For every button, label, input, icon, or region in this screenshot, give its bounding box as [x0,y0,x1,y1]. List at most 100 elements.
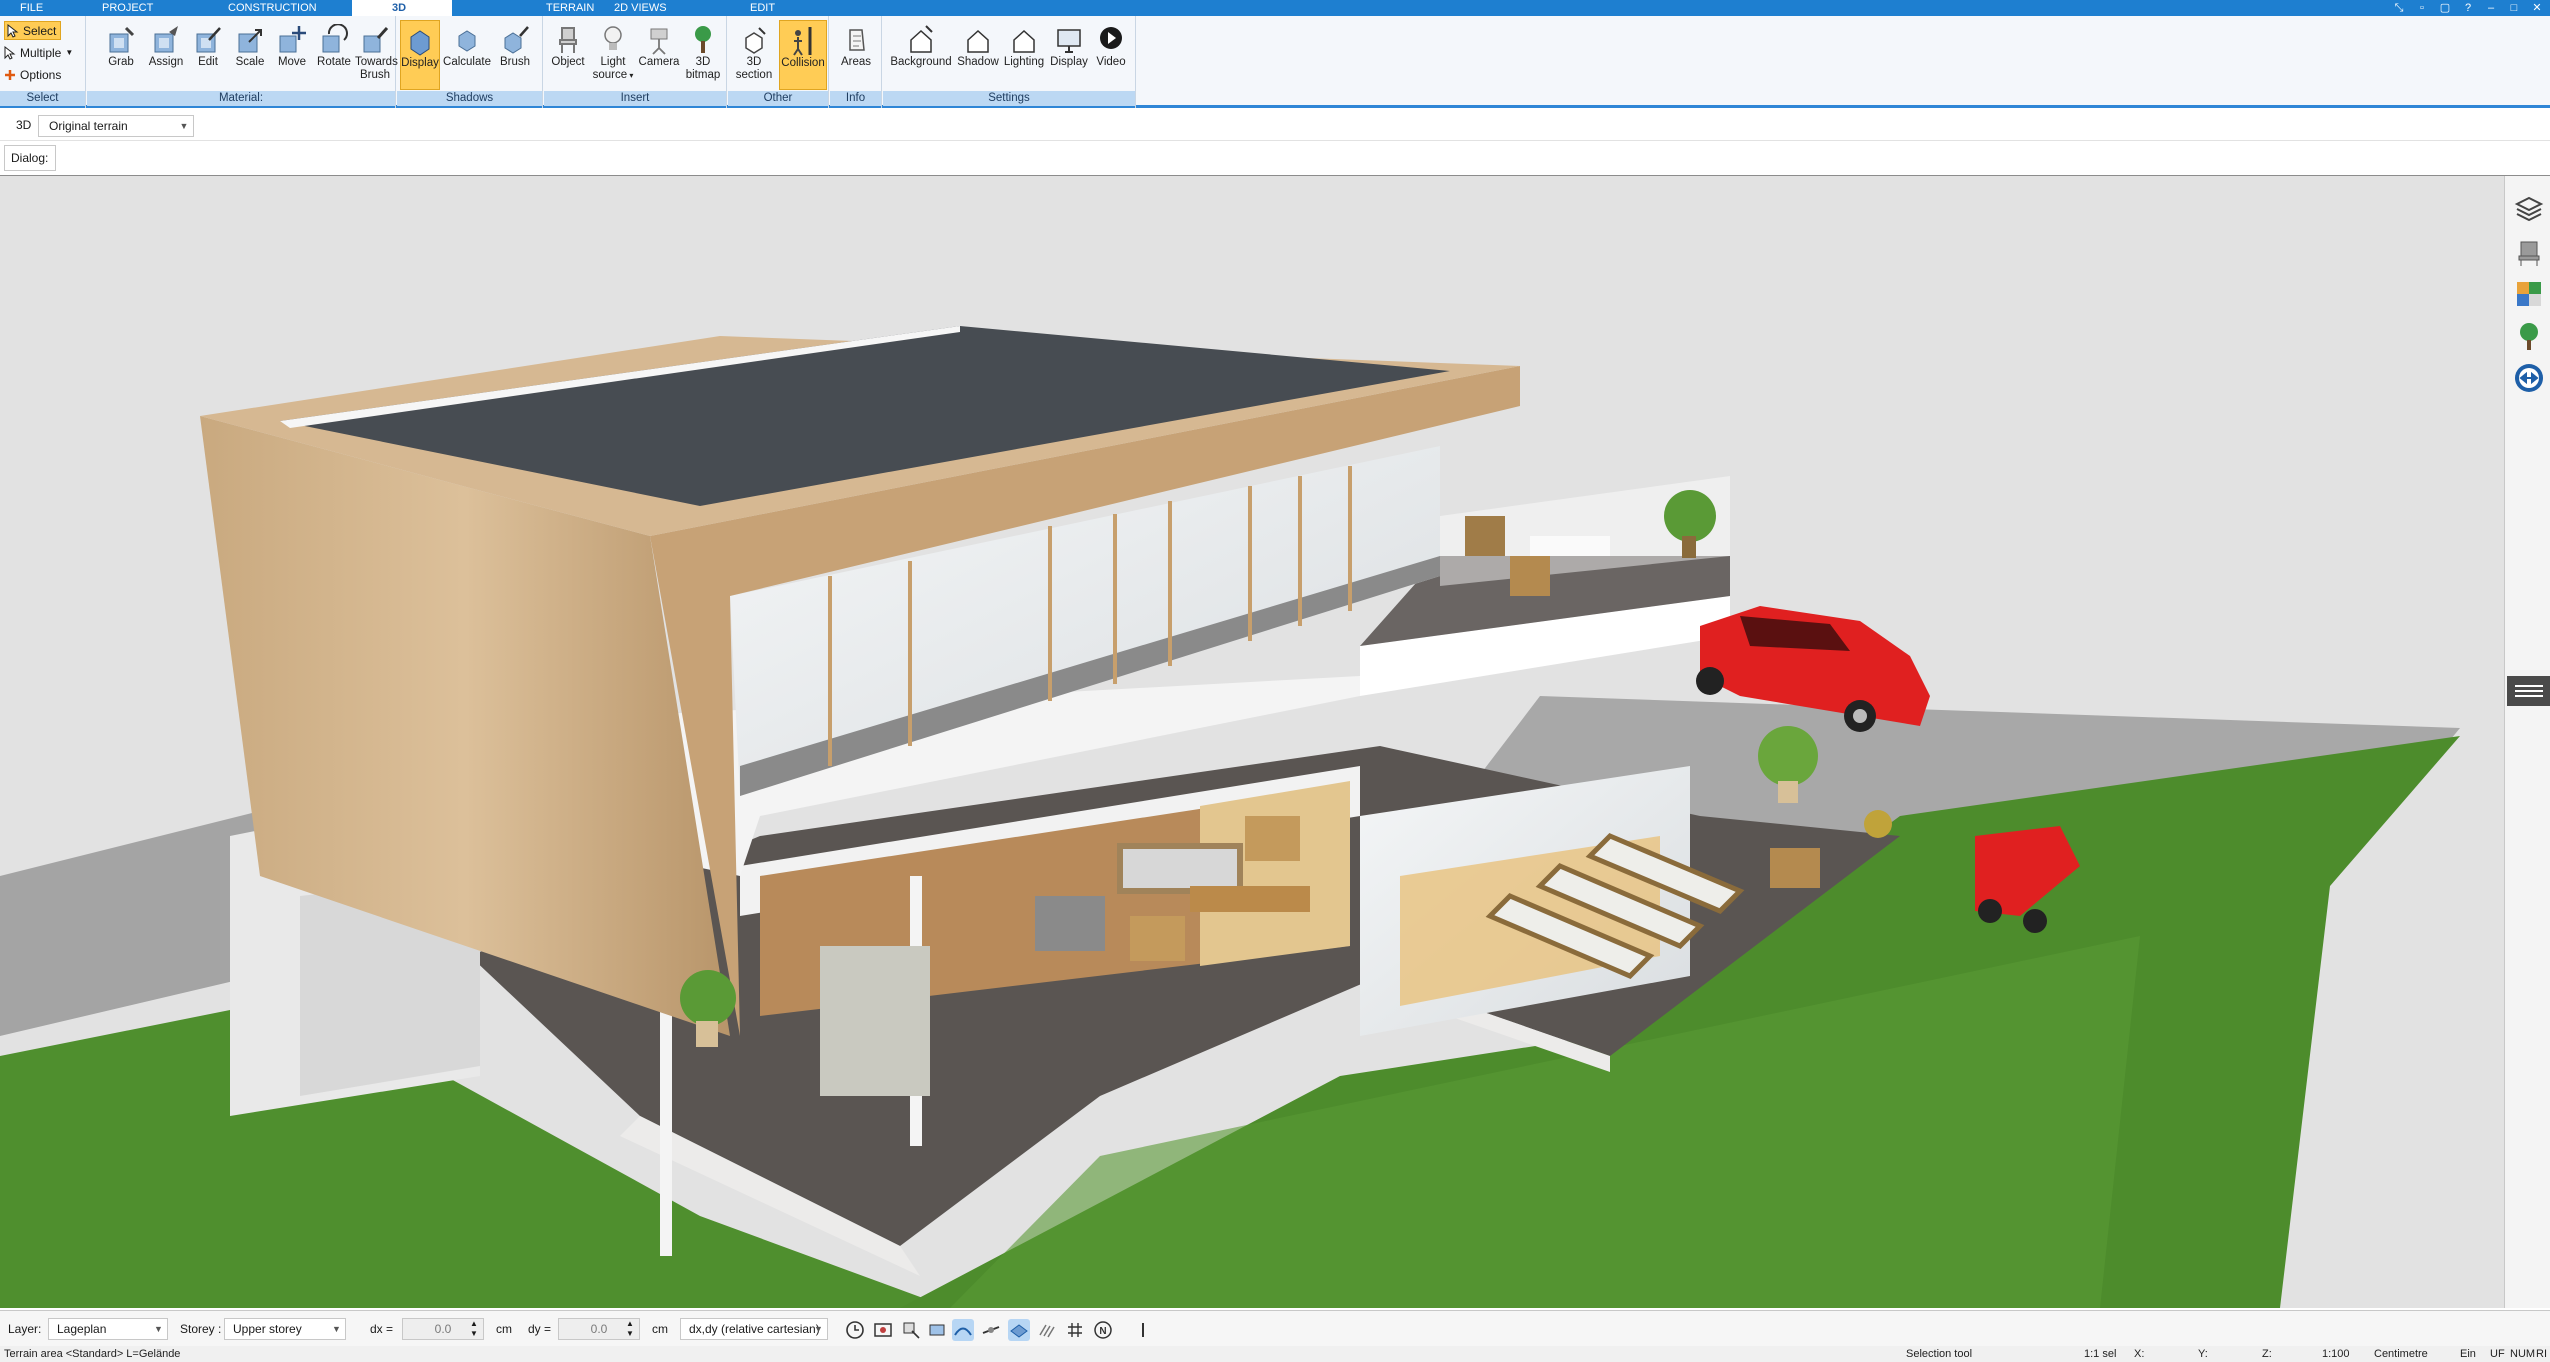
info-group: Areas Info [830,16,882,108]
arrow-cursor-icon [7,23,19,38]
shadows-group-label: Shadows [397,91,542,106]
status-y: Y: [2198,1348,2208,1360]
rotate-button[interactable]: Rotate [313,20,355,90]
3d-viewport[interactable] [0,176,2504,1308]
snap-surface-icon[interactable] [1008,1319,1030,1341]
multi-cursor-icon [4,46,16,60]
calculate-shadows-button[interactable]: Calculate [441,20,493,90]
snap-line-icon[interactable] [980,1319,1002,1341]
maximize-small-icon[interactable]: ▢ [2438,0,2452,16]
lighting-house-icon [1013,29,1035,53]
coordinate-mode-select[interactable]: dx,dy (relative cartesian) ▼ [680,1318,828,1340]
tab-file[interactable]: FILE [0,0,60,16]
screen-capture-icon[interactable] [872,1319,894,1341]
minimize-small-icon[interactable]: ▫ [2415,0,2429,16]
multiple-select-button[interactable]: Multiple ▼ [4,43,73,63]
options-button[interactable]: Options [4,65,61,85]
chevron-down-icon: ▼ [814,1324,823,1334]
insert-camera-button[interactable]: Camera [636,20,682,90]
background-button[interactable]: Background [887,20,955,90]
scale-button[interactable]: Scale [229,20,271,90]
grab-button[interactable]: Grab [97,20,145,90]
layers-icon[interactable] [2513,192,2545,224]
status-scale: 1:100 [2322,1348,2350,1360]
background-house-icon [910,25,933,53]
snap-grid-icon[interactable] [926,1319,948,1341]
snap-point-icon[interactable] [952,1319,974,1341]
dx-label: dx = [370,1322,394,1336]
insert-light-source-button[interactable]: Light source ▾ [590,20,636,90]
insert-group: Object Light source ▾ Camera 3D bitmap I… [544,16,727,108]
insert-group-label: Insert [544,91,726,106]
tab-project[interactable]: PROJECT [60,0,182,16]
settings-group: Background Shadow Lighting Display Video… [883,16,1136,108]
video-button[interactable]: Video [1091,20,1131,90]
tab-construction[interactable]: CONSTRUCTION [182,0,352,16]
dy-unit: cm [652,1322,668,1336]
status-selection: 1:1 sel [2084,1348,2117,1360]
dx-spinner-icon[interactable]: ▲ ▼ [470,1319,478,1339]
settings-group-label: Settings [883,91,1135,106]
shadow-settings-button[interactable]: Shadow [955,20,1001,90]
move-icon [279,26,306,53]
tab-terrain[interactable]: TERRAIN [452,0,594,16]
insert-3d-bitmap-button[interactable]: 3D bitmap [682,20,724,90]
layer-label: Layer: [8,1322,42,1336]
tab-3d[interactable]: 3D [352,0,452,16]
tab-2d-views[interactable]: 2D VIEWS [592,0,710,16]
grab-material-icon [109,26,135,53]
3d-section-button[interactable]: 3D section [730,20,778,90]
close-icon[interactable]: ✕ [2530,0,2544,16]
help-icon[interactable]: ? [2461,0,2475,16]
tab-edit[interactable]: EDIT [710,0,820,16]
towards-brush-button[interactable]: Towards Brush [355,20,398,90]
minimize-icon[interactable]: – [2484,0,2498,16]
window-controls: ⤡ ▫ ▢ ? – □ ✕ [2392,0,2550,16]
flowers [1864,810,1892,838]
select-button[interactable]: Select [4,21,62,40]
storey-label: Storey : [180,1322,222,1336]
north-icon[interactable]: N [1092,1319,1114,1341]
sofa [1117,843,1243,894]
more-options-icon[interactable] [1132,1319,1154,1341]
hatching-icon[interactable] [1036,1319,1058,1341]
history-clock-icon[interactable] [844,1319,866,1341]
bottom-input-toolbar: Layer: Lageplan ▼ Storey : Upper storey … [0,1310,2550,1346]
move-button[interactable]: Move [271,20,313,90]
chevron-down-icon: ▼ [154,1324,163,1334]
terrain-select[interactable]: Original terrain ▼ [38,115,194,137]
snap-object-icon[interactable] [900,1319,922,1341]
maximize-icon[interactable]: □ [2507,0,2521,16]
grid-icon[interactable] [1064,1319,1086,1341]
view-selector-bar: 3D Original terrain ▼ [0,111,2550,141]
balcony-chair-2 [1510,556,1550,596]
plants-tree-icon[interactable] [2513,320,2545,352]
assign-button[interactable]: Assign [145,20,187,90]
teamviewer-icon[interactable] [2513,362,2545,394]
sidebar-collapse-handle[interactable] [2507,676,2550,706]
materials-palette-icon[interactable] [2513,278,2545,310]
calculate-shadow-icon [458,30,476,52]
info-group-label: Info [830,91,881,106]
shadow-brush-icon [504,26,529,54]
chevron-down-icon: ▼ [179,121,189,131]
balcony-chair [1465,516,1505,556]
display-shadows-button[interactable]: Display [400,20,440,90]
edit-material-button[interactable]: Edit [187,20,229,90]
armchair [1130,916,1185,961]
insert-object-button[interactable]: Object [546,20,590,90]
dy-spinner-icon[interactable]: ▲ ▼ [626,1319,634,1339]
shadow-brush-button[interactable]: Brush [493,20,537,90]
layer-select[interactable]: Lageplan ▼ [48,1318,168,1340]
display-settings-button[interactable]: Display [1047,20,1091,90]
lighting-settings-button[interactable]: Lighting [1001,20,1047,90]
restore-icon[interactable]: ⤡ [2392,0,2406,16]
grill [1035,896,1105,951]
storey-select[interactable]: Upper storey ▼ [224,1318,346,1340]
status-bar: Terrain area <Standard> L=Gelände Select… [0,1346,2550,1362]
collision-button[interactable]: Collision [779,20,827,90]
shadows-group: Display Calculate Brush Shadows [397,16,543,108]
furniture-icon[interactable] [2513,236,2545,268]
areas-button[interactable]: Areas [832,20,880,90]
right-side-toolbar [2504,176,2550,1308]
